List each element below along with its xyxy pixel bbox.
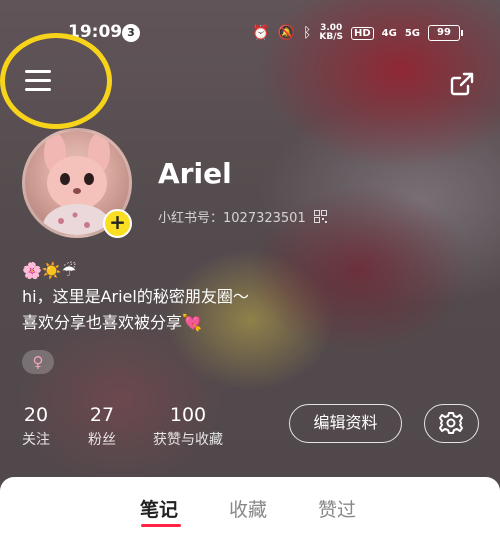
stat-likes-collects[interactable]: 100 获赞与收藏 (153, 404, 223, 449)
profile-bio: 🌸☀️☔ hi，这里是Ariel的秘密朋友圈～ 喜欢分享也喜欢被分享💘 (22, 258, 249, 336)
stat-followers-count: 27 (89, 404, 115, 426)
bio-emoji-line: 🌸☀️☔ (22, 261, 77, 280)
edit-profile-button[interactable]: 编辑资料 (289, 404, 402, 443)
share-icon[interactable] (448, 70, 476, 98)
bio-line-1: hi，这里是Ariel的秘密朋友圈～ (22, 287, 249, 306)
qr-code-icon[interactable] (313, 210, 327, 223)
stat-followers[interactable]: 27 粉丝 (88, 404, 116, 449)
alarm-icon: ⏰ (252, 25, 270, 41)
hd-badge: HD (350, 26, 374, 40)
content-tabs: 笔记 收藏 赞过 (0, 477, 500, 546)
stat-followers-label: 粉丝 (88, 432, 116, 448)
bio-line-2: 喜欢分享也喜欢被分享💘 (22, 313, 202, 332)
tab-liked[interactable]: 赞过 (318, 495, 356, 522)
stat-following-count: 20 (23, 404, 49, 426)
profile-username: Ariel (158, 157, 232, 190)
hamburger-menu-icon[interactable] (25, 70, 51, 92)
notification-count-badge: 3 (122, 24, 140, 42)
stat-likes-label: 获赞与收藏 (153, 432, 223, 448)
stat-likes-count: 100 (169, 404, 207, 426)
signal-4g-icon: 4G (381, 27, 397, 39)
add-avatar-button[interactable]: + (103, 209, 132, 238)
settings-button[interactable] (424, 404, 479, 443)
stat-following-label: 关注 (22, 432, 50, 448)
tab-notes[interactable]: 笔记 (140, 495, 178, 522)
status-icons: ⏰ 🔕 ᛒ 3.00 KB/S HD 4G 5G 99 (252, 24, 463, 42)
highlight-circle-annotation (0, 33, 112, 129)
gear-icon (439, 412, 463, 434)
stat-following[interactable]: 20 关注 (22, 404, 50, 449)
battery-icon: 99 (428, 25, 463, 41)
profile-id: 小红书号：1027323501 (158, 211, 306, 226)
active-tab-indicator (141, 524, 181, 527)
network-speed-unit: KB/S (319, 32, 343, 42)
profile-id-row: 小红书号：1027323501 (158, 207, 327, 226)
signal-5g-icon: 5G (404, 27, 420, 39)
gender-female-icon: ♀ (22, 350, 54, 374)
network-speed: 3.00 KB/S (319, 24, 343, 42)
bluetooth-icon: ᛒ (302, 25, 312, 41)
mute-bell-icon: 🔕 (277, 25, 295, 41)
tab-collections[interactable]: 收藏 (229, 495, 267, 522)
